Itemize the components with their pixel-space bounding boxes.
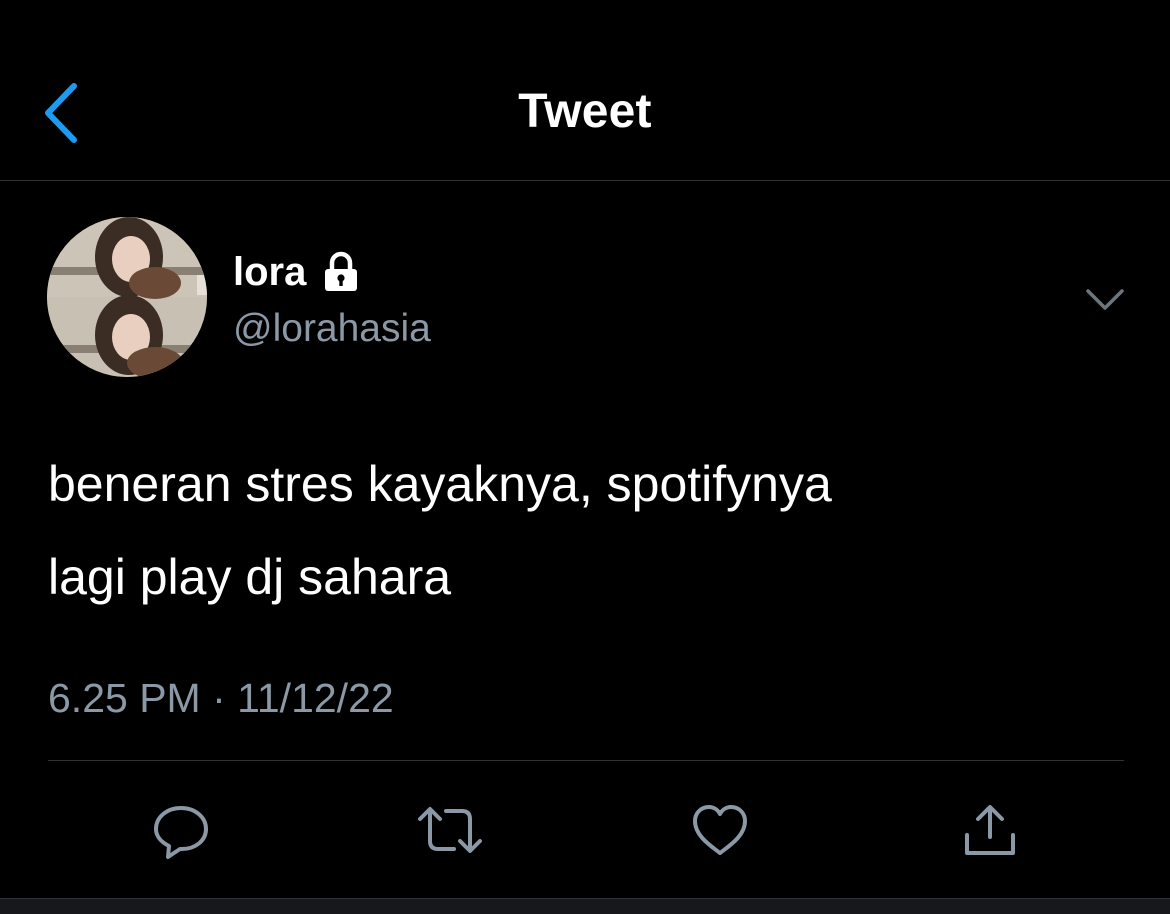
lock-icon [325,251,358,291]
author-name-row: lora [233,246,362,298]
tweet-timestamp[interactable]: 6.25 PM · 11/12/22 [48,670,394,726]
avatar[interactable] [47,217,207,377]
share-button[interactable] [950,790,1030,870]
like-button[interactable] [680,790,760,870]
tweet-text-line: beneran stres kayaknya, spotifynya [48,456,832,512]
tweet-action-bar [0,790,1170,870]
author-handle[interactable]: @lorahasia [233,303,431,355]
retweet-icon [418,807,482,853]
top-nav-bar: Tweet [0,0,1170,181]
author-display-name[interactable]: lora [233,246,306,298]
tweet-options-button[interactable] [1082,282,1128,316]
chevron-down-icon [1086,289,1124,310]
heart-icon [693,805,747,855]
reply-button[interactable] [141,790,221,870]
bottom-bar [0,898,1170,914]
tweet-text: beneran stres kayaknya, spotifynya lagi … [48,438,1128,624]
divider [48,760,1124,761]
comment-icon [154,806,208,859]
page-title: Tweet [518,85,652,138]
retweet-button[interactable] [410,790,490,870]
tweet-text-line: lagi play dj sahara [48,549,452,605]
share-icon [965,805,1015,855]
profile-photo [47,217,207,377]
